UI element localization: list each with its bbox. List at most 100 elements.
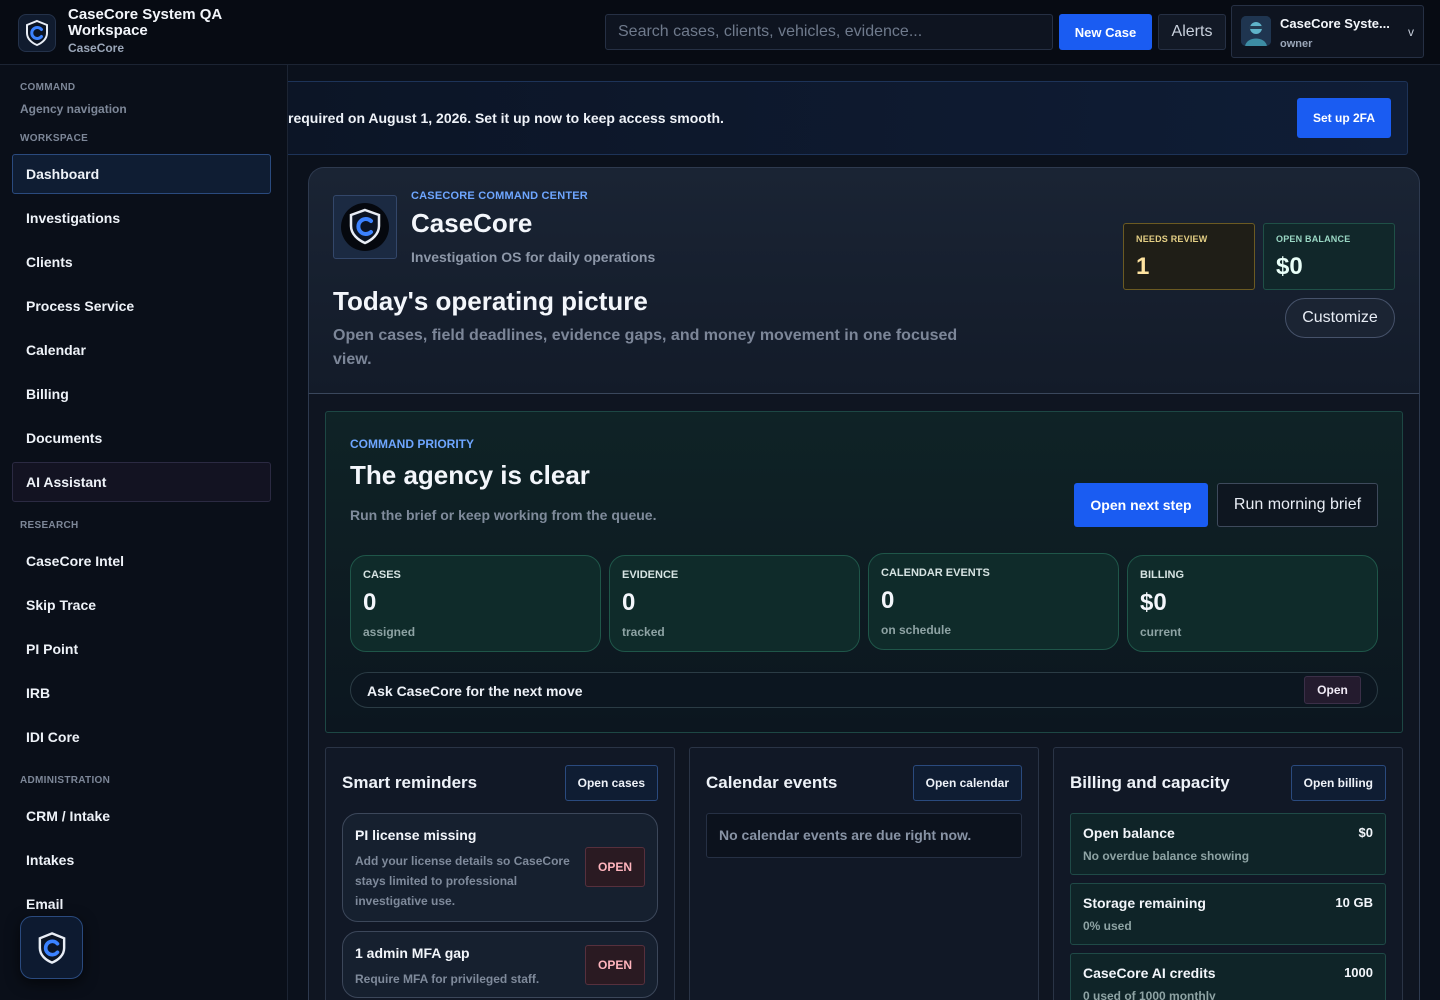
new-case-button[interactable]: New Case — [1059, 14, 1152, 50]
sidebar-section-workspace: WORKSPACE — [20, 133, 89, 144]
open-cases-button[interactable]: Open cases — [564, 765, 658, 801]
mfa-banner: required on August 1, 2026. Set it up no… — [288, 81, 1408, 155]
reminder-item[interactable]: 1 admin MFA gap Require MFA for privileg… — [342, 931, 658, 998]
sidebar-section-research: RESEARCH — [20, 520, 79, 531]
sidebar-section-administration: ADMINISTRATION — [20, 775, 111, 786]
priority-title: The agency is clear — [350, 460, 590, 490]
metric-subtitle: assigned — [363, 625, 416, 639]
sidebar-item-casecore-intel[interactable]: CaseCore Intel — [12, 541, 271, 581]
user-avatar-icon — [1241, 16, 1271, 46]
user-role: owner — [1280, 38, 1313, 50]
customize-button[interactable]: Customize — [1285, 298, 1395, 338]
reminder-title: 1 admin MFA gap — [355, 945, 470, 961]
sidebar-item-clients[interactable]: Clients — [12, 242, 271, 282]
casecore-assistant-launcher-icon[interactable] — [20, 916, 83, 979]
sidebar-item-calendar[interactable]: Calendar — [12, 330, 271, 370]
hero-kicker: CASECORE COMMAND CENTER — [411, 190, 588, 202]
sidebar-item-crm-intake[interactable]: CRM / Intake — [12, 796, 271, 836]
needs-review-value: 1 — [1136, 253, 1150, 280]
casecore-logo-icon[interactable] — [18, 14, 56, 52]
reminder-open-button[interactable]: OPEN — [585, 847, 645, 887]
priority-description: Run the brief or keep working from the q… — [350, 507, 657, 523]
reminder-open-button[interactable]: OPEN — [585, 945, 645, 985]
billing-row-storage: Storage remaining 10 GB 0% used — [1070, 883, 1386, 945]
metric-subtitle: current — [1140, 625, 1182, 639]
metric-label: EVIDENCE — [622, 569, 679, 581]
run-morning-brief-button[interactable]: Run morning brief — [1217, 483, 1378, 527]
casecore-logo-icon — [333, 195, 397, 259]
metric-cases[interactable]: CASES 0 assigned — [350, 555, 601, 652]
hero-description: Open cases, field deadlines, evidence ga… — [333, 327, 958, 368]
sidebar-item-irb[interactable]: IRB — [12, 673, 271, 713]
calendar-empty-state: No calendar events are due right now. — [706, 813, 1022, 858]
open-next-step-button[interactable]: Open next step — [1074, 483, 1208, 527]
sidebar: COMMAND Agency navigation WORKSPACE Dash… — [0, 65, 288, 1000]
open-balance-label: OPEN BALANCE — [1276, 234, 1351, 244]
billing-row-subtitle: 0% used — [1083, 919, 1132, 933]
metric-label: CASES — [363, 569, 401, 581]
billing-row-label: Storage remaining — [1083, 895, 1206, 911]
open-billing-button[interactable]: Open billing — [1290, 765, 1386, 801]
page-title: Today's operating picture — [333, 286, 648, 316]
card-title: Calendar events — [706, 773, 838, 792]
card-title: Smart reminders — [342, 773, 478, 792]
billing-row-value: 1000 — [1344, 965, 1373, 980]
sidebar-item-idi-core[interactable]: IDI Core — [12, 717, 271, 757]
metric-label: CALENDAR EVENTS — [881, 567, 990, 579]
hero-title: CaseCore — [411, 208, 533, 238]
billing-row-label: CaseCore AI credits — [1083, 965, 1216, 981]
alerts-button[interactable]: Alerts — [1158, 14, 1226, 50]
user-name: CaseCore Syste... — [1280, 16, 1390, 31]
metric-billing[interactable]: BILLING $0 current — [1127, 555, 1378, 652]
sidebar-item-billing[interactable]: Billing — [12, 374, 271, 414]
top-bar: CaseCore System QA Workspace CaseCore Ne… — [0, 0, 1440, 65]
sidebar-item-ai-assistant[interactable]: AI Assistant — [12, 462, 271, 502]
metric-subtitle: tracked — [622, 625, 665, 639]
sidebar-section-command: COMMAND — [20, 82, 76, 93]
workspace-subtitle: CaseCore — [68, 41, 125, 55]
billing-row-value: 10 GB — [1335, 895, 1373, 910]
metric-calendar-events[interactable]: CALENDAR EVENTS 0 on schedule — [868, 553, 1119, 650]
open-calendar-button[interactable]: Open calendar — [912, 765, 1022, 801]
metric-value: 0 — [881, 587, 895, 614]
metric-subtitle: on schedule — [881, 623, 952, 637]
card-title: Billing and capacity — [1070, 773, 1230, 792]
open-balance-value: $0 — [1276, 253, 1303, 280]
user-menu[interactable]: CaseCore Syste... owner v — [1231, 5, 1424, 58]
reminder-item[interactable]: PI license missing Add your license deta… — [342, 813, 658, 922]
hero-tagline: Investigation OS for daily operations — [411, 249, 656, 265]
billing-row-value: $0 — [1358, 825, 1373, 840]
metric-value: 0 — [622, 589, 636, 616]
reminder-description: Add your license details so CaseCore sta… — [355, 854, 570, 908]
needs-review-stat[interactable]: NEEDS REVIEW 1 — [1123, 223, 1255, 290]
reminder-description: Require MFA for privileged staff. — [355, 972, 540, 986]
ask-casecore-text: Ask CaseCore for the next move — [367, 683, 583, 699]
setup-2fa-button[interactable]: Set up 2FA — [1297, 98, 1391, 138]
command-priority-panel: COMMAND PRIORITY The agency is clear Run… — [325, 411, 1403, 733]
ask-open-button[interactable]: Open — [1304, 676, 1361, 704]
mfa-banner-text: required on August 1, 2026. Set it up no… — [288, 110, 724, 126]
open-balance-stat[interactable]: OPEN BALANCE $0 — [1263, 223, 1395, 290]
sidebar-item-skip-trace[interactable]: Skip Trace — [12, 585, 271, 625]
metric-value: 0 — [363, 589, 377, 616]
billing-row-subtitle: 0 used of 1000 monthly — [1083, 989, 1216, 1000]
sidebar-item-process-service[interactable]: Process Service — [12, 286, 271, 326]
sidebar-item-investigations[interactable]: Investigations — [12, 198, 271, 238]
sidebar-item-pi-point[interactable]: PI Point — [12, 629, 271, 669]
metric-value: $0 — [1140, 589, 1167, 616]
billing-row-label: Open balance — [1083, 825, 1175, 841]
ask-casecore-bar[interactable]: Ask CaseCore for the next move Open — [350, 672, 1378, 708]
command-center-hero: CASECORE COMMAND CENTER CaseCore Investi… — [308, 167, 1420, 394]
workspace-title: CaseCore System QA Workspace — [68, 6, 222, 39]
sidebar-item-dashboard[interactable]: Dashboard — [12, 154, 271, 194]
sidebar-section-subtitle: Agency navigation — [20, 102, 127, 116]
metric-label: BILLING — [1140, 569, 1184, 581]
billing-row-ai-credits: CaseCore AI credits 1000 0 used of 1000 … — [1070, 953, 1386, 1000]
calendar-events-card: Calendar events Open calendar No calenda… — [689, 747, 1039, 1000]
sidebar-item-intakes[interactable]: Intakes — [12, 840, 271, 880]
reminder-title: PI license missing — [355, 827, 477, 843]
global-search-input[interactable] — [605, 14, 1053, 50]
sidebar-item-documents[interactable]: Documents — [12, 418, 271, 458]
metric-evidence[interactable]: EVIDENCE 0 tracked — [609, 555, 860, 652]
needs-review-label: NEEDS REVIEW — [1136, 234, 1208, 244]
